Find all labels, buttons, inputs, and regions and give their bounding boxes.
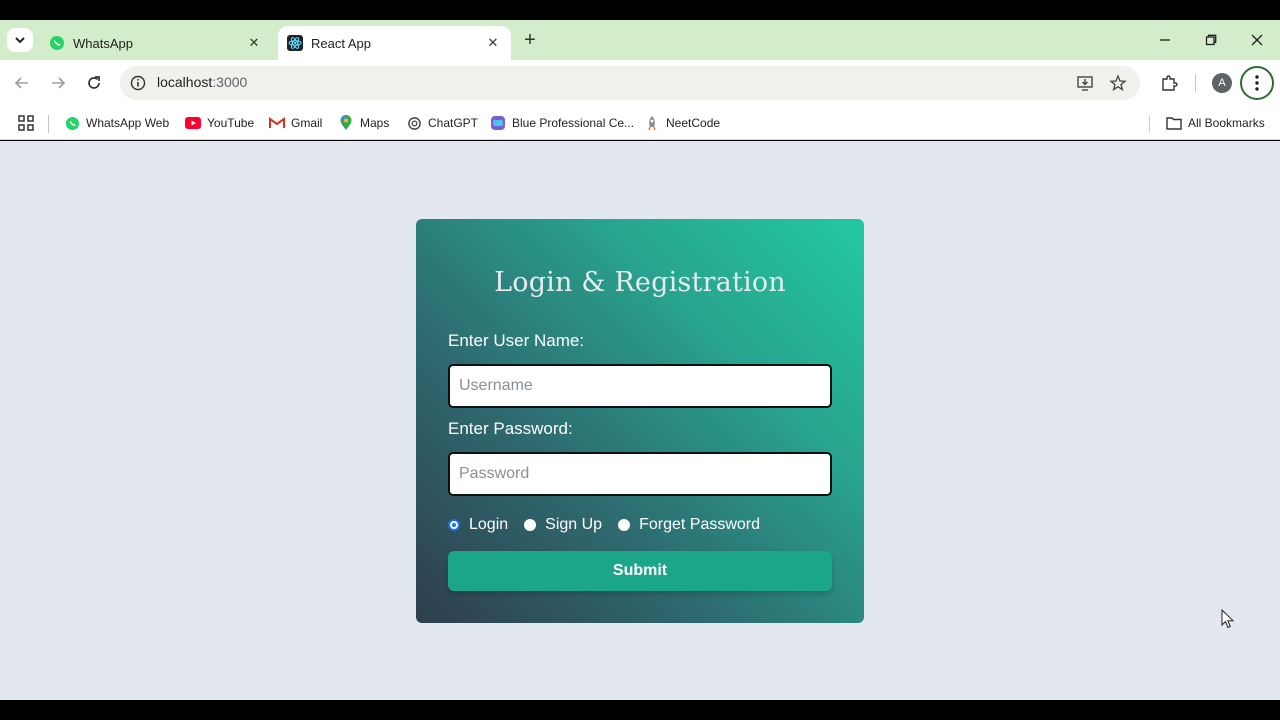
- all-bookmarks-label: All Bookmarks: [1188, 116, 1265, 130]
- bookmark-label: ChatGPT: [428, 116, 479, 130]
- mode-radio-group: Login Sign Up Forget Password: [448, 514, 776, 536]
- bookmarks-divider: [48, 115, 49, 133]
- url-text[interactable]: localhost:3000: [157, 74, 247, 90]
- browser-menu-button[interactable]: [1240, 66, 1274, 100]
- tab-whatsapp[interactable]: WhatsApp ✕: [40, 26, 272, 60]
- tab-search-button[interactable]: [7, 28, 33, 52]
- bookmark-youtube[interactable]: YouTube: [185, 112, 254, 134]
- bookmark-neetcode[interactable]: NeetCode: [644, 112, 720, 134]
- submit-button[interactable]: Submit: [448, 551, 832, 591]
- radio-button-checked[interactable]: [448, 519, 460, 531]
- more-vert-icon: [1255, 75, 1259, 91]
- login-card: Login & Registration Enter User Name: En…: [416, 219, 864, 623]
- radio-login[interactable]: Login: [448, 516, 508, 534]
- close-icon: [1251, 34, 1263, 46]
- username-input[interactable]: [448, 364, 832, 408]
- reload-button[interactable]: [80, 69, 108, 97]
- folder-icon: [1166, 115, 1182, 131]
- password-input[interactable]: [448, 452, 832, 496]
- bookmark-label: Maps: [360, 116, 390, 130]
- whatsapp-icon: [49, 35, 65, 51]
- tab-strip: WhatsApp ✕: [0, 20, 1280, 60]
- whatsapp-icon: [64, 115, 80, 131]
- chevron-down-icon: [15, 37, 25, 44]
- bookmark-star-icon[interactable]: [1108, 73, 1128, 93]
- username-label: Enter User Name:: [448, 331, 585, 350]
- address-bar[interactable]: localhost:3000: [120, 66, 1140, 100]
- bookmark-gmail[interactable]: Gmail: [269, 112, 322, 134]
- bookmark-chatgpt[interactable]: ChatGPT: [406, 112, 478, 134]
- extensions-button[interactable]: [1157, 71, 1181, 95]
- close-icon[interactable]: ✕: [244, 33, 264, 53]
- apps-grid-icon: [18, 115, 34, 131]
- minimize-button[interactable]: [1142, 20, 1188, 60]
- restore-icon: [1205, 34, 1217, 46]
- apps-button[interactable]: [18, 112, 40, 134]
- profile-avatar[interactable]: A: [1212, 73, 1232, 93]
- mouse-cursor-icon: [1221, 609, 1235, 629]
- restore-button[interactable]: [1188, 20, 1234, 60]
- puzzle-icon: [1162, 75, 1178, 91]
- arrow-right-icon: [52, 77, 66, 89]
- arrow-left-icon: [14, 77, 28, 89]
- radio-label: Sign Up: [545, 516, 603, 533]
- canva-icon: [490, 115, 506, 131]
- radio-button[interactable]: [524, 519, 537, 531]
- react-icon: [287, 35, 303, 51]
- neetcode-icon: [644, 115, 660, 131]
- bookmarks-bar: WhatsApp Web YouTube Gmail Maps ChatGPT …: [0, 106, 1280, 140]
- radio-button[interactable]: [618, 519, 631, 531]
- bookmarks-divider: [1149, 115, 1150, 133]
- password-label: Enter Password:: [448, 419, 573, 438]
- back-button[interactable]: [8, 69, 36, 97]
- reload-icon: [88, 76, 100, 89]
- radio-forget-password[interactable]: Forget Password: [618, 516, 760, 534]
- page-viewport: Login & Registration Enter User Name: En…: [0, 141, 1280, 700]
- close-window-button[interactable]: [1234, 20, 1280, 60]
- browser-toolbar: localhost:3000 A: [0, 60, 1280, 106]
- tab-title: WhatsApp: [73, 35, 133, 51]
- bookmark-label: Blue Professional Ce...: [512, 116, 635, 130]
- forward-button[interactable]: [44, 69, 72, 97]
- all-bookmarks-button[interactable]: All Bookmarks: [1166, 112, 1265, 134]
- radio-label: Login: [469, 516, 509, 533]
- bookmark-maps[interactable]: Maps: [338, 112, 389, 134]
- bookmark-label: NeetCode: [666, 116, 721, 130]
- gmail-icon: [269, 115, 285, 131]
- bookmark-whatsapp-web[interactable]: WhatsApp Web: [64, 112, 169, 134]
- bookmark-label: WhatsApp Web: [86, 116, 170, 130]
- chatgpt-icon: [406, 115, 422, 131]
- bookmark-blue-professional[interactable]: Blue Professional Ce...: [490, 112, 634, 134]
- close-icon[interactable]: ✕: [483, 33, 503, 53]
- tab-title: React App: [311, 35, 371, 51]
- minimize-icon: [1160, 39, 1170, 41]
- screen-top-bar: [0, 0, 1280, 20]
- screen-bottom-bar: [0, 700, 1280, 720]
- maps-icon: [338, 115, 354, 131]
- tab-react-app[interactable]: React App ✕: [278, 26, 511, 60]
- bookmark-label: YouTube: [207, 116, 255, 130]
- radio-label: Forget Password: [639, 516, 761, 533]
- url-port: :3000: [212, 74, 248, 90]
- radio-sign-up[interactable]: Sign Up: [524, 516, 602, 534]
- toolbar-divider: [1195, 74, 1196, 92]
- url-host: localhost: [157, 74, 213, 90]
- install-app-icon[interactable]: [1075, 73, 1095, 93]
- bookmark-label: Gmail: [291, 116, 323, 130]
- youtube-icon: [185, 115, 201, 131]
- site-info-icon[interactable]: [128, 73, 148, 93]
- new-tab-button[interactable]: +: [518, 28, 542, 52]
- form-title: Login & Registration: [494, 267, 786, 298]
